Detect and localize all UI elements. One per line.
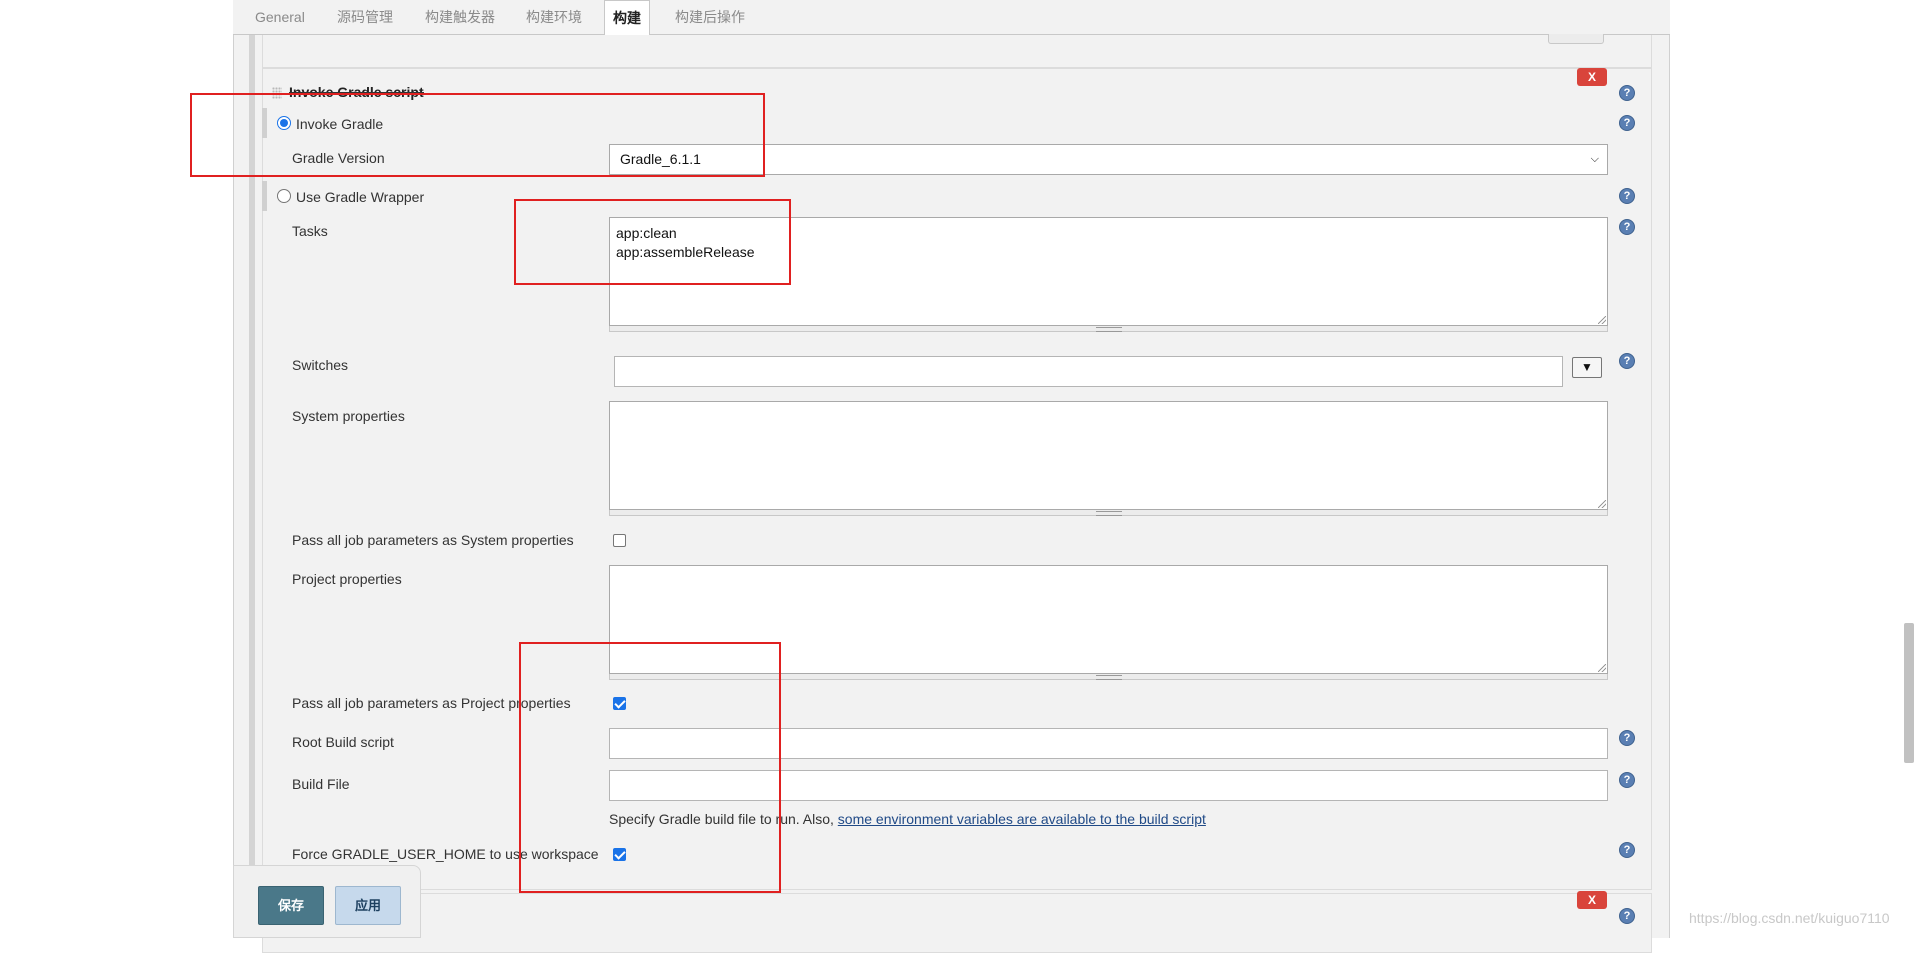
textarea-grip[interactable] [609,326,1608,332]
help-icon[interactable] [1619,85,1635,101]
switches-input[interactable] [614,356,1563,387]
delete-step-button[interactable]: X [1577,68,1607,86]
help-icon[interactable] [1619,115,1635,131]
env-variables-link[interactable]: some environment variables are available… [838,811,1206,827]
radio-group-bar [262,181,267,211]
help-icon[interactable] [1619,353,1635,369]
save-button[interactable]: 保存 [258,886,324,925]
annotation-box [514,199,791,285]
tab-build[interactable]: 构建 [604,0,650,36]
annotation-box [519,642,781,893]
help-icon[interactable] [1619,772,1635,788]
apply-button[interactable]: 应用 [335,886,401,925]
system-properties-label: System properties [292,408,405,424]
system-properties-textarea[interactable] [609,401,1608,510]
resize-handle-icon[interactable] [1598,316,1606,324]
next-build-step [262,893,1652,953]
tab-general[interactable]: General [247,0,313,35]
tab-build-triggers[interactable]: 构建触发器 [417,0,503,35]
project-properties-label: Project properties [292,571,402,587]
pass-system-label: Pass all job parameters as System proper… [292,532,574,548]
chevron-down-icon: ⌵ [1590,153,1599,165]
switches-label: Switches [292,357,349,373]
use-gradle-wrapper-label: Use Gradle Wrapper [296,189,425,205]
build-file-label: Build File [292,776,350,792]
delete-step-button[interactable]: X [1577,891,1607,909]
root-build-script-label: Root Build script [292,734,394,750]
help-icon[interactable] [1619,908,1635,924]
annotation-box [190,93,765,177]
tab-post-build[interactable]: 构建后操作 [667,0,753,35]
tab-source-control[interactable]: 源码管理 [329,0,401,35]
textarea-grip[interactable] [609,510,1608,516]
tab-build-environment[interactable]: 构建环境 [518,0,590,35]
resize-handle-icon[interactable] [1598,664,1606,672]
help-icon[interactable] [1619,730,1635,746]
use-gradle-wrapper-radio[interactable] [277,189,291,203]
previous-build-step [262,35,1652,68]
pass-system-checkbox[interactable] [613,534,626,547]
switches-expand-button[interactable]: ▼ [1572,357,1602,378]
help-icon[interactable] [1619,842,1635,858]
help-icon[interactable] [1619,219,1635,235]
resize-handle-icon[interactable] [1598,500,1606,508]
help-icon[interactable] [1619,188,1635,204]
tasks-label: Tasks [292,223,328,239]
scrollbar-thumb[interactable] [1904,623,1914,763]
previous-step-button[interactable] [1548,34,1604,44]
watermark: https://blog.csdn.net/kuiguo7110 [1689,910,1890,926]
